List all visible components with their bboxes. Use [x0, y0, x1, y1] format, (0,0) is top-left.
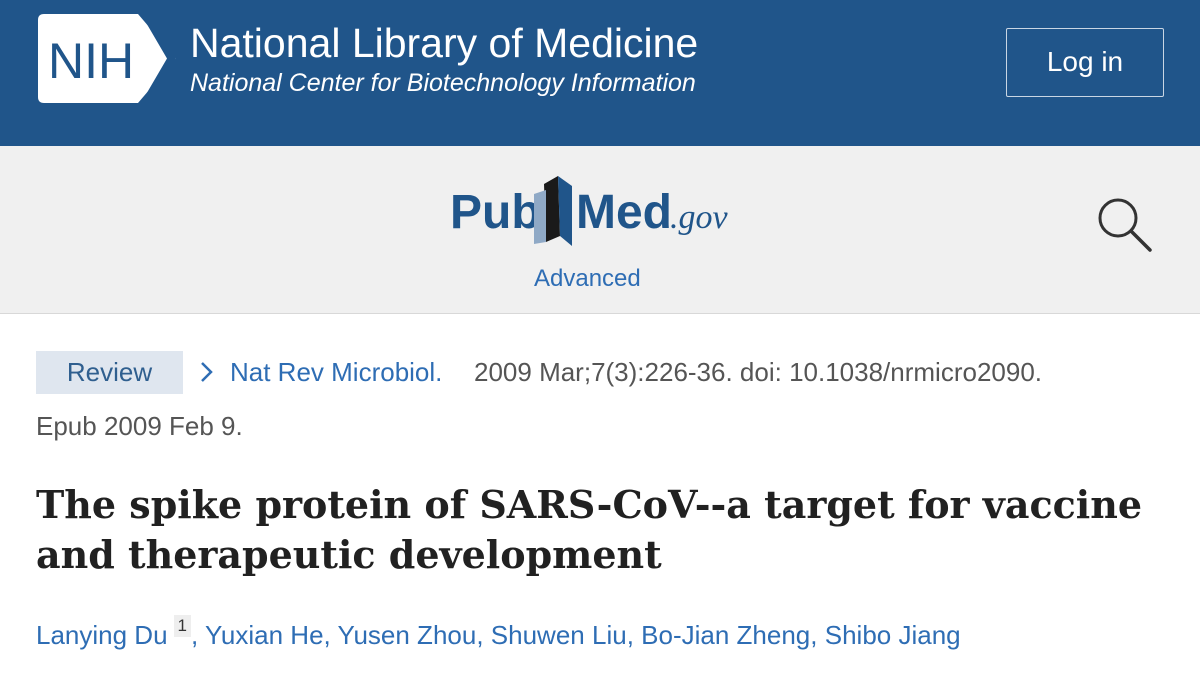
epub-date: Epub 2009 Feb 9.	[36, 411, 243, 441]
affiliation-marker[interactable]: 1	[173, 615, 192, 637]
nih-logo-text: NIH	[48, 33, 134, 89]
author-separator: ,	[191, 620, 199, 650]
site-subtitle: National Center for Biotechnology Inform…	[190, 69, 696, 97]
author-separator: ,	[810, 620, 818, 650]
citation-line: Review Nat Rev Microbiol. 2009 Mar;7(3):…	[36, 351, 1176, 395]
chevron-right-icon[interactable]	[199, 359, 215, 385]
author-link[interactable]: Yuxian He	[205, 620, 324, 650]
author-link[interactable]: Shibo Jiang	[825, 620, 961, 650]
pubmed-logo[interactable]: Pub Med .gov	[448, 164, 758, 254]
nih-logo[interactable]: NIH	[38, 14, 176, 103]
author-link[interactable]: Bo-Jian Zheng	[641, 620, 810, 650]
login-button[interactable]: Log in	[1006, 28, 1164, 97]
nih-header: NIH National Library of Medicine Nationa…	[0, 0, 1200, 146]
author-link[interactable]: Lanying Du	[36, 620, 168, 650]
pubmed-search-bar: Pub Med .gov Advanced	[0, 146, 1200, 314]
author-separator: ,	[626, 620, 634, 650]
article-title: The spike protein of SARS-CoV--a target …	[36, 482, 1143, 577]
pubmed-logo-pub: Pub	[450, 186, 541, 239]
site-title[interactable]: National Library of Medicine	[190, 20, 698, 66]
author-link[interactable]: Yusen Zhou	[338, 620, 477, 650]
author-list: Lanying Du 1, Yuxian He, Yusen Zhou, Shuw…	[36, 615, 1176, 653]
author-separator: ,	[476, 620, 484, 650]
author-separator: ,	[323, 620, 331, 650]
pubmed-logo-gov: .gov	[670, 199, 729, 236]
search-icon[interactable]	[1096, 196, 1154, 254]
advanced-search-link[interactable]: Advanced	[534, 264, 641, 294]
journal-link[interactable]: Nat Rev Microbiol.	[230, 356, 442, 388]
citation-details: 2009 Mar;7(3):226-36. doi: 10.1038/nrmic…	[474, 357, 1043, 387]
article-type-badge: Review	[36, 351, 183, 394]
author-link[interactable]: Shuwen Liu	[491, 620, 627, 650]
pubmed-logo-med: Med	[576, 186, 672, 239]
